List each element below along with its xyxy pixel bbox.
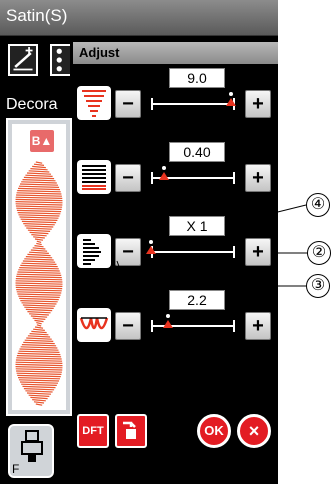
window-title: Satin(S) xyxy=(6,6,68,25)
callout-4: ④ xyxy=(306,193,330,217)
default-button[interactable]: DFT xyxy=(77,414,109,448)
foot-button-label: F xyxy=(12,462,20,476)
title-bar: Satin(S) xyxy=(0,0,278,36)
width-slider-marker[interactable] xyxy=(225,92,236,106)
density-plus-button[interactable]: + xyxy=(245,164,271,192)
callout-2: ② xyxy=(307,241,331,265)
restore-button[interactable] xyxy=(115,414,147,448)
stitch-length-slider-marker[interactable] xyxy=(162,314,173,328)
adjust-dialog: Adjust 9.0 − + 0.40 − + X 1 − + 2.2 − + … xyxy=(73,42,278,484)
stitch-preview: B▲ xyxy=(6,118,72,416)
dialog-header: Adjust xyxy=(73,42,278,64)
dialog-footer: DFT OK × xyxy=(73,414,278,454)
density-minus-button[interactable]: − xyxy=(115,164,141,192)
decorative-label: Decora xyxy=(6,96,58,113)
callout-3: ③ xyxy=(306,274,330,298)
density-slider[interactable] xyxy=(151,166,235,184)
width-value: 9.0 xyxy=(169,68,225,88)
cancel-button[interactable]: × xyxy=(237,414,271,448)
presser-foot-button[interactable]: F xyxy=(8,424,54,478)
density-slider-marker[interactable] xyxy=(158,166,169,180)
elongation-row: X 1 − + xyxy=(73,216,278,276)
mirror-tag[interactable]: B▲ xyxy=(30,130,54,152)
elongation-value: X 1 xyxy=(169,216,225,236)
presser-foot-icon xyxy=(21,430,43,462)
stitch-length-minus-button[interactable]: − xyxy=(115,312,141,340)
elongation-icon xyxy=(77,234,111,268)
density-row: 0.40 − + xyxy=(73,142,278,202)
density-icon xyxy=(77,160,111,194)
width-minus-button[interactable]: − xyxy=(115,90,141,118)
width-icon xyxy=(77,86,111,120)
width-plus-button[interactable]: + xyxy=(245,90,271,118)
width-row: 9.0 − + xyxy=(73,68,278,128)
dialog-title: Adjust xyxy=(79,45,120,60)
elongation-slider-marker[interactable] xyxy=(146,240,156,254)
width-slider[interactable] xyxy=(151,92,236,110)
add-icon[interactable] xyxy=(8,44,38,76)
satin-stitch-pattern xyxy=(15,161,63,406)
density-value: 0.40 xyxy=(169,142,225,162)
stitch-length-row: 2.2 − + xyxy=(73,290,278,350)
stitch-length-plus-button[interactable]: + xyxy=(245,312,271,340)
stitch-length-icon xyxy=(77,308,111,342)
elongation-plus-button[interactable]: + xyxy=(245,238,271,266)
preview-canvas: B▲ xyxy=(12,124,66,410)
stitch-length-slider[interactable] xyxy=(151,314,235,332)
stitch-length-value: 2.2 xyxy=(169,290,225,310)
restore-icon xyxy=(123,421,136,439)
elongation-minus-button[interactable]: − xyxy=(115,238,141,266)
elongation-slider[interactable] xyxy=(146,240,235,258)
stitch-icon[interactable] xyxy=(50,44,70,76)
ok-button[interactable]: OK xyxy=(197,414,231,448)
